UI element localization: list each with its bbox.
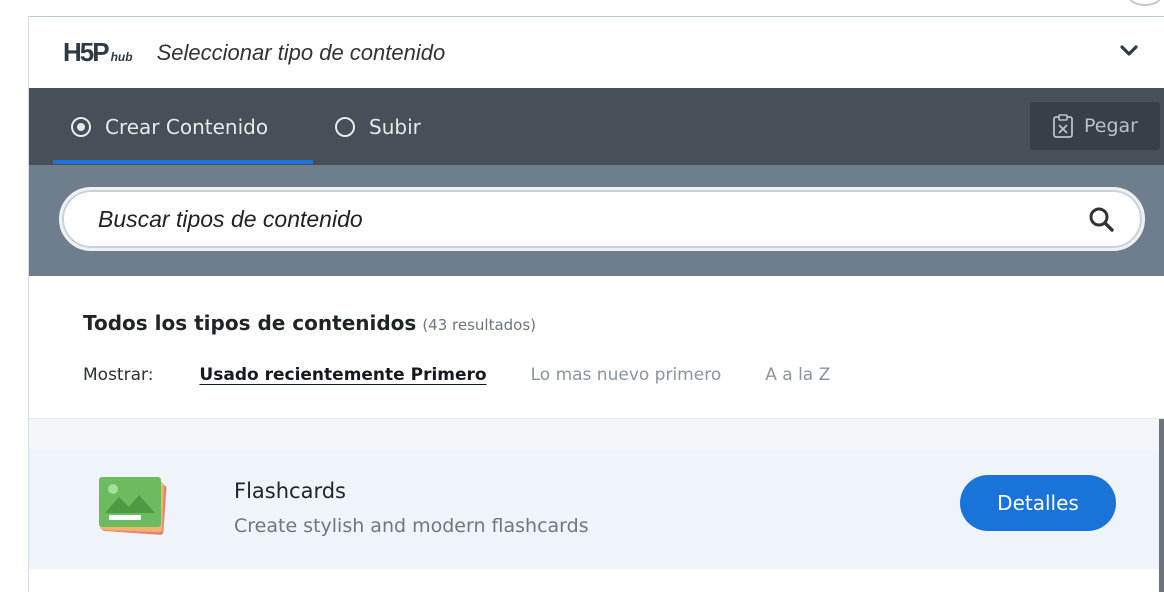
results-count: (43 resultados) (422, 316, 537, 334)
tab-upload-label: Subir (369, 114, 421, 139)
logo-main: H5P (63, 37, 110, 67)
paste-label: Pegar (1084, 115, 1138, 137)
list-item[interactable]: Flashcards Create stylish and modern fla… (29, 449, 1159, 570)
h5p-hub-panel: H5P hub Seleccionar tipo de contenido Cr… (28, 16, 1164, 592)
clipboard-icon (1053, 114, 1073, 138)
radio-unchecked-icon (335, 116, 355, 137)
header-title: Seleccionar tipo de contenido (156, 39, 446, 65)
results-title-text: Todos los tipos de contenidos (83, 311, 417, 335)
h5p-hub-logo: H5P hub (63, 37, 133, 68)
tab-create-content[interactable]: Crear Contenido (71, 88, 268, 165)
tab-create-label: Crear Contenido (105, 114, 269, 139)
flashcards-icon (99, 477, 167, 535)
scrollbar[interactable] (1159, 419, 1164, 592)
tab-upload[interactable]: Subir (335, 88, 421, 165)
radio-checked-icon (71, 116, 91, 137)
search-icon[interactable] (1088, 206, 1114, 232)
chevron-down-icon[interactable] (1119, 41, 1139, 61)
paste-button[interactable]: Pegar (1030, 102, 1160, 150)
logo-sub: hub (110, 50, 133, 64)
sort-recently-used[interactable]: Usado recientemente Primero (199, 365, 486, 385)
active-tab-indicator (53, 160, 313, 164)
search-input[interactable] (96, 204, 1060, 234)
results-title: Todos los tipos de contenidos (43 resulta… (83, 311, 536, 335)
window-corner-decoration (1128, 0, 1162, 6)
search-box[interactable] (59, 187, 1145, 251)
sort-row: Mostrar: Usado recientemente Primero Lo … (83, 365, 874, 385)
list-item[interactable] (29, 569, 1159, 592)
content-type-list: Flashcards Create stylish and modern fla… (29, 418, 1164, 592)
search-strip (29, 165, 1164, 276)
sort-label: Mostrar: (83, 365, 154, 385)
hub-header[interactable]: H5P hub Seleccionar tipo de contenido (29, 17, 1164, 88)
item-description: Create stylish and modern flashcards (234, 515, 589, 537)
tabs-bar: Crear Contenido Subir Pegar (29, 88, 1164, 165)
sort-newest-first[interactable]: Lo mas nuevo primero (531, 365, 722, 385)
details-button[interactable]: Detalles (960, 475, 1116, 531)
results-header: Todos los tipos de contenidos (43 resulta… (29, 276, 1164, 418)
item-title: Flashcards (234, 479, 346, 503)
sort-a-to-z[interactable]: A a la Z (765, 365, 830, 385)
